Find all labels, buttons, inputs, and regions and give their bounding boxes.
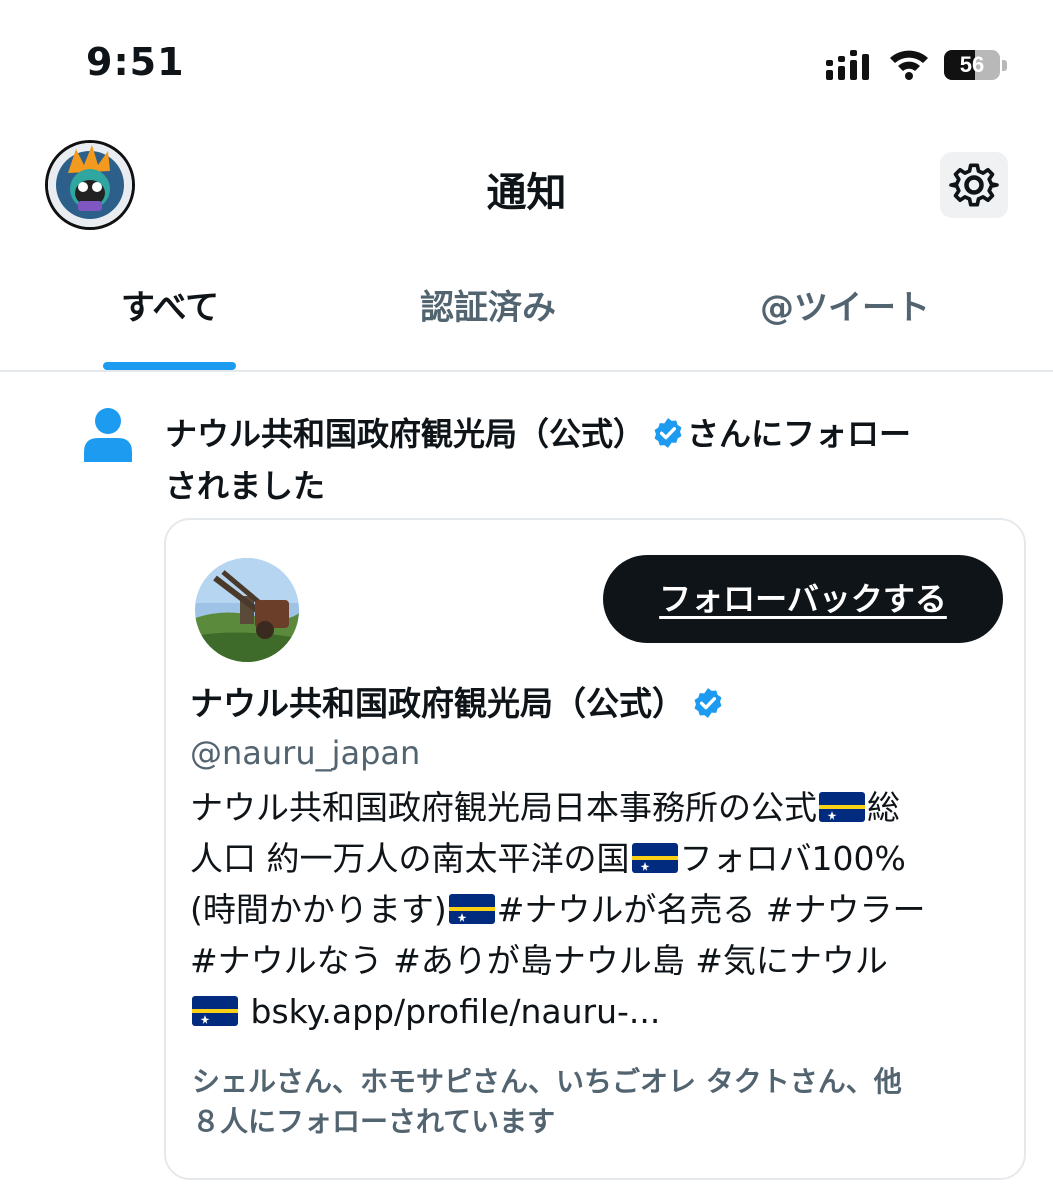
battery-percent: 56 — [959, 52, 985, 77]
person-icon — [84, 408, 132, 462]
account-name-text: ナウル共和国政府観光局（公式） — [190, 684, 685, 723]
divider — [0, 370, 1053, 372]
status-time: 9:51 — [86, 40, 185, 84]
bio-text: 総 — [867, 788, 900, 827]
account-handle: @nauru_japan — [190, 734, 421, 772]
nauru-flag-icon — [631, 843, 678, 873]
verified-badge-icon — [694, 688, 722, 718]
account-bio: ナウル共和国政府観光局日本事務所の公式 総 人口 約一万人の南太平洋の国 フォロバ1… — [190, 782, 1010, 1037]
tab-verified[interactable]: 認証済み — [378, 282, 598, 372]
bio-hashtags[interactable]: #ナウルが名売る #ナウラー — [497, 890, 926, 929]
gear-icon — [949, 163, 999, 207]
followed-by-text: シェルさん、ホモサピさん、いちごオレ タクトさん、他 ８人にフォローされています — [192, 1065, 902, 1138]
active-tab-indicator — [103, 362, 236, 370]
notification-action: さんにフォロー — [687, 415, 912, 453]
bio-text: ナウル共和国政府観光局日本事務所の公式 — [190, 788, 817, 827]
bio-text: (時間かかります) — [190, 890, 447, 929]
page-title: 通知 — [486, 170, 567, 216]
notification-text[interactable]: ナウル共和国政府観光局（公式） さんにフォロー されました — [165, 408, 1010, 512]
follow-back-button[interactable]: フォローバックする — [603, 555, 1003, 643]
battery-icon: 56 — [944, 50, 1010, 82]
verified-badge-icon — [654, 418, 682, 448]
tab-mentions[interactable]: @ツイート — [730, 282, 960, 372]
bio-link[interactable]: bsky.app/profile/nauru-... — [251, 992, 661, 1031]
nauru-flag-icon — [192, 996, 238, 1026]
wifi-icon — [890, 50, 928, 80]
cellular-signal-icon — [826, 50, 869, 80]
nauru-flag-icon — [448, 894, 495, 924]
tab-all[interactable]: すべて — [60, 282, 280, 372]
nauru-flag-icon — [819, 792, 865, 822]
notification-action-2: されました — [165, 467, 326, 505]
bio-text: 人口 約一万人の南太平洋の国 — [190, 839, 630, 878]
notification-account-name[interactable]: ナウル共和国政府観光局（公式） — [165, 415, 645, 453]
bio-text: フォロバ100% — [679, 839, 906, 878]
settings-button[interactable] — [940, 152, 1008, 218]
account-avatar[interactable] — [195, 558, 299, 662]
account-name[interactable]: ナウル共和国政府観光局（公式） — [190, 680, 725, 728]
bio-hashtags[interactable]: #ナウルなう #ありが島ナウル島 #気にナウル — [190, 941, 888, 980]
